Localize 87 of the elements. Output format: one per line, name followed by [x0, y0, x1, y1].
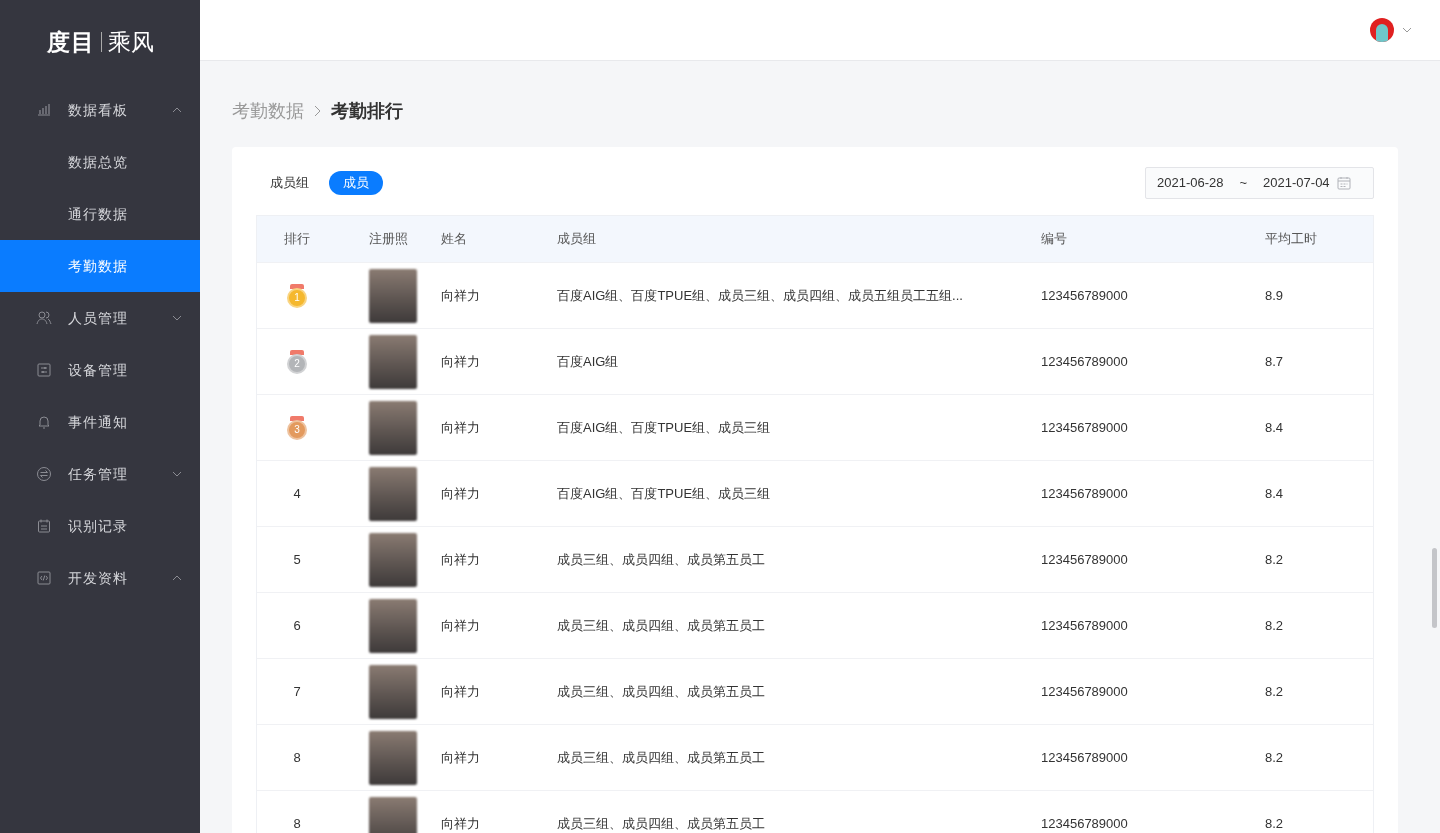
column-header: 编号 — [1041, 230, 1067, 249]
table-cell-text: 123456789000 — [1041, 286, 1128, 305]
table-cell-text: 成员三组、成员四组、成员第五员工 — [557, 814, 765, 833]
table-cell-text: 百度AIG组、百度TPUE组、成员三组、成员四组、成员五组员工五组... — [557, 286, 963, 305]
sidebar-item[interactable]: 数据看板 — [0, 84, 200, 136]
table-cell-text: 成员三组、成员四组、成员第五员工 — [557, 616, 765, 635]
sidebar-subitem[interactable]: 通行数据 — [0, 188, 200, 240]
chevron-right-icon — [314, 105, 321, 117]
table-cell-text: 123456789000 — [1041, 748, 1128, 767]
table-cell-text: 123456789000 — [1041, 616, 1128, 635]
tab[interactable]: 成员 — [329, 171, 383, 195]
photo-placeholder — [369, 664, 417, 719]
column-header: 排行 — [284, 230, 310, 249]
photo-placeholder — [369, 334, 417, 389]
logo-product: 乘风 — [107, 27, 154, 57]
rank-number: 8 — [293, 814, 301, 833]
table-cell-text: 向祥力 — [441, 352, 480, 371]
rank-number: 5 — [293, 550, 301, 569]
table-cell-text: 百度AIG组、百度TPUE组、成员三组 — [557, 484, 771, 503]
calendar-icon — [36, 518, 52, 534]
table-cell-text: 123456789000 — [1041, 682, 1128, 701]
table-cell-text: 向祥力 — [441, 550, 480, 569]
sidebar-item[interactable]: 任务管理 — [0, 448, 200, 500]
photo-placeholder — [369, 730, 417, 785]
table-cell-text: 向祥力 — [441, 616, 480, 635]
table-cell-text: 百度AIG组、百度TPUE组、成员三组 — [557, 418, 771, 437]
table-cell-text: 123456789000 — [1041, 550, 1128, 569]
table-cell-text: 成员三组、成员四组、成员第五员工 — [557, 748, 765, 767]
table-cell-text: 百度AIG组 — [557, 352, 619, 371]
breadcrumb-item: 考勤排行 — [331, 99, 403, 123]
column-header: 姓名 — [441, 230, 467, 249]
range-separator: ~ — [1239, 174, 1248, 193]
table-cell-text: 8.2 — [1265, 616, 1284, 635]
table-cell-text: 123456789000 — [1041, 814, 1128, 833]
sidebar-item[interactable]: 人员管理 — [0, 292, 200, 344]
photo-placeholder — [369, 400, 417, 455]
people-icon — [36, 310, 52, 326]
scrollbar-thumb[interactable] — [1432, 548, 1437, 628]
table-cell-text: 8.9 — [1265, 286, 1284, 305]
column-header: 成员组 — [557, 230, 596, 249]
table-cell-text: 向祥力 — [441, 682, 480, 701]
chevron-down-icon[interactable] — [1402, 27, 1412, 33]
calendar-icon — [1336, 176, 1351, 190]
bar-chart-icon — [36, 102, 52, 118]
start-date: 2021-06-28 — [1157, 174, 1224, 193]
table-cell-text: 8.2 — [1265, 682, 1284, 701]
sliders-icon — [36, 362, 52, 378]
table-cell-text: 8.4 — [1265, 484, 1284, 503]
table-cell-text: 成员三组、成员四组、成员第五员工 — [557, 682, 765, 701]
sidebar-item[interactable]: 开发资料 — [0, 552, 200, 604]
table-cell-text: 向祥力 — [441, 814, 480, 833]
sidebar-item[interactable]: 设备管理 — [0, 344, 200, 396]
rank-number: 7 — [293, 682, 301, 701]
table-cell-text: 8.4 — [1265, 418, 1284, 437]
sidebar-subitem[interactable]: 考勤数据 — [0, 240, 200, 292]
table-cell-text: 向祥力 — [441, 748, 480, 767]
photo-placeholder — [369, 466, 417, 521]
logo-brand: 度目 — [46, 27, 95, 57]
rank-number: 6 — [293, 616, 301, 635]
table-cell-text: 8.7 — [1265, 352, 1284, 371]
swap-icon — [36, 466, 52, 482]
table-cell-text: 8.2 — [1265, 814, 1284, 833]
tab[interactable]: 成员组 — [256, 171, 323, 195]
column-header: 平均工时 — [1265, 230, 1317, 249]
sidebar-item[interactable]: 识别记录 — [0, 500, 200, 552]
sidebar-subitem[interactable]: 数据总览 — [0, 136, 200, 188]
user-avatar[interactable] — [1370, 18, 1394, 42]
photo-placeholder — [369, 598, 417, 653]
rank-number: 4 — [293, 484, 301, 503]
table-cell-text: 向祥力 — [441, 418, 480, 437]
table-cell-text: 8.2 — [1265, 748, 1284, 767]
sidebar-item[interactable]: 事件通知 — [0, 396, 200, 448]
table-cell-text: 123456789000 — [1041, 484, 1128, 503]
photo-placeholder — [369, 268, 417, 323]
table-cell-text: 123456789000 — [1041, 352, 1128, 371]
table-cell-text: 向祥力 — [441, 286, 480, 305]
column-header: 注册照 — [369, 230, 408, 249]
table-cell-text: 成员三组、成员四组、成员第五员工 — [557, 550, 765, 569]
table-cell-text: 8.2 — [1265, 550, 1284, 569]
code-icon — [36, 570, 52, 586]
rank-number: 8 — [293, 748, 301, 767]
date-range-picker[interactable]: 2021-06-28 ~ 2021-07-04 — [1145, 167, 1374, 199]
end-date: 2021-07-04 — [1263, 174, 1330, 193]
bell-icon — [36, 414, 52, 430]
photo-placeholder — [369, 532, 417, 587]
table-cell-text: 123456789000 — [1041, 418, 1128, 437]
table-cell-text: 向祥力 — [441, 484, 480, 503]
